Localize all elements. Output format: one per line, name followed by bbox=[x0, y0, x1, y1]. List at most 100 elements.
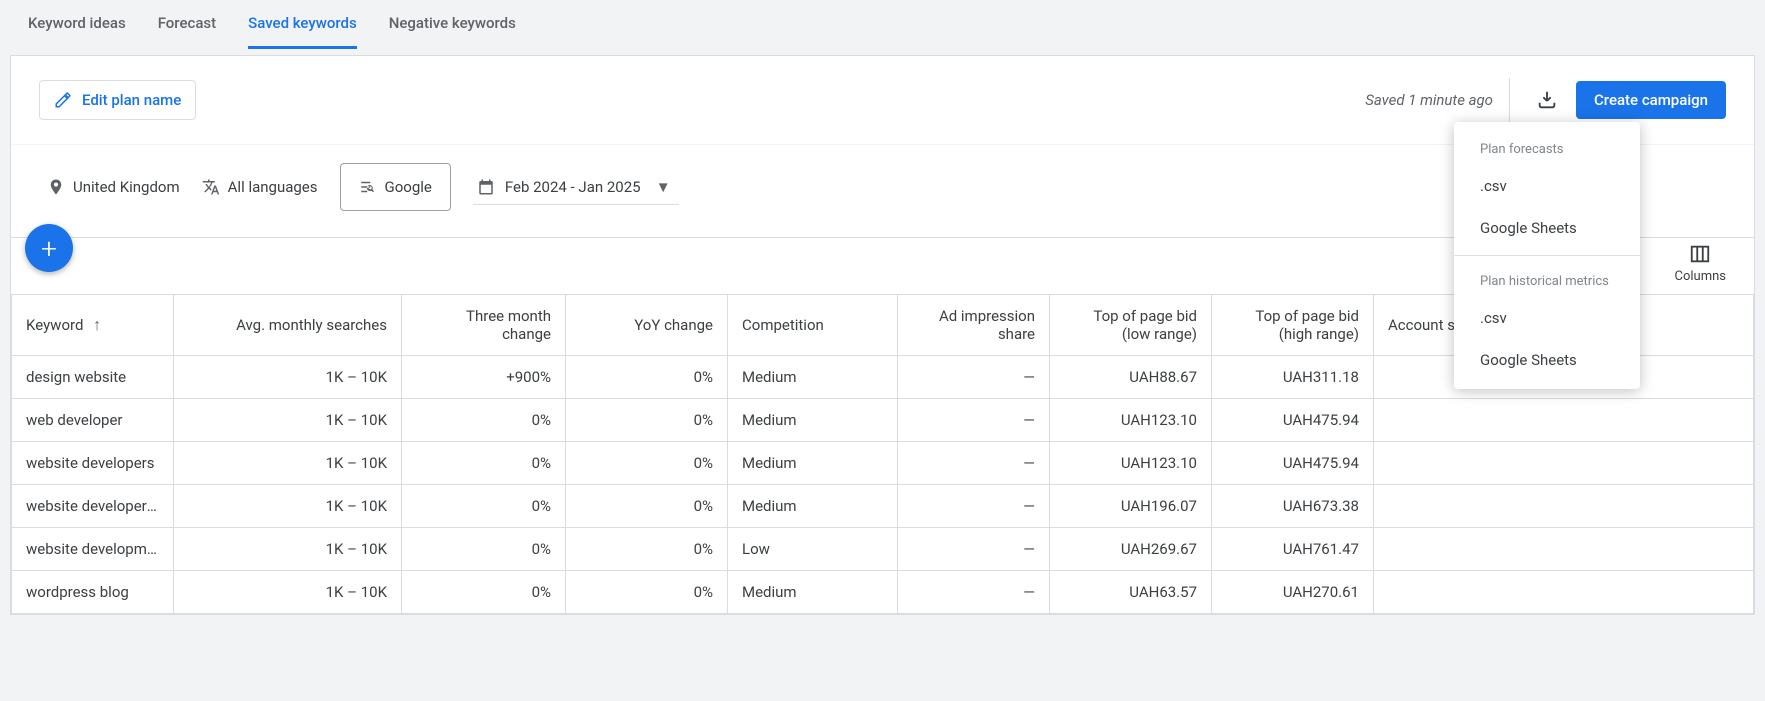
cell-bid-high: UAH270.61 bbox=[1212, 571, 1374, 614]
cell-tmc: 0% bbox=[402, 442, 566, 485]
divider bbox=[1509, 78, 1510, 122]
pencil-icon bbox=[54, 91, 72, 109]
table-row[interactable]: website developers1K – 10K0%0%Medium—UAH… bbox=[12, 442, 1754, 485]
calendar-icon bbox=[477, 178, 495, 196]
cell-bid-high: UAH475.94 bbox=[1212, 399, 1374, 442]
cell-imp: — bbox=[898, 399, 1050, 442]
cell-avg: 1K – 10K bbox=[174, 485, 402, 528]
tab-forecast[interactable]: Forecast bbox=[158, 0, 216, 49]
plan-toolbar: Edit plan name Saved 1 minute ago Create… bbox=[11, 56, 1754, 144]
cell-tmc: 0% bbox=[402, 485, 566, 528]
cell-status bbox=[1374, 528, 1754, 571]
cell-keyword: wordpress blog bbox=[12, 571, 174, 614]
tab-negative-keywords[interactable]: Negative keywords bbox=[389, 0, 516, 49]
nav-tabs: Keyword ideas Forecast Saved keywords Ne… bbox=[0, 0, 1765, 49]
cell-bid-low: UAH63.57 bbox=[1050, 571, 1212, 614]
dropdown-csv-forecasts[interactable]: .csv bbox=[1454, 165, 1640, 207]
date-range-filter[interactable]: Feb 2024 - Jan 2025 ▼ bbox=[473, 170, 679, 205]
download-button[interactable] bbox=[1526, 79, 1568, 121]
download-icon bbox=[1536, 89, 1558, 111]
translate-icon bbox=[202, 178, 220, 196]
dropdown-section-historical: Plan historical metrics bbox=[1454, 262, 1640, 297]
cell-tmc: +900% bbox=[402, 356, 566, 399]
cell-tmc: 0% bbox=[402, 571, 566, 614]
col-keyword[interactable]: Keyword ↑ bbox=[12, 295, 174, 356]
create-campaign-button[interactable]: Create campaign bbox=[1576, 81, 1726, 119]
tab-keyword-ideas[interactable]: Keyword ideas bbox=[28, 0, 126, 49]
date-range-label: Feb 2024 - Jan 2025 bbox=[505, 178, 641, 196]
cell-avg: 1K – 10K bbox=[174, 442, 402, 485]
cell-keyword: design website bbox=[12, 356, 174, 399]
cell-keyword: website developers n… bbox=[12, 485, 174, 528]
table-row[interactable]: web developer1K – 10K0%0%Medium—UAH123.1… bbox=[12, 399, 1754, 442]
cell-tmc: 0% bbox=[402, 528, 566, 571]
col-ad-impression-share[interactable]: Ad impression share bbox=[898, 295, 1050, 356]
table-row[interactable]: wordpress blog1K – 10K0%0%Medium—UAH63.5… bbox=[12, 571, 1754, 614]
col-yoy-change[interactable]: YoY change bbox=[566, 295, 728, 356]
cell-keyword: web developer bbox=[12, 399, 174, 442]
language-filter[interactable]: All languages bbox=[202, 178, 318, 196]
cell-avg: 1K – 10K bbox=[174, 528, 402, 571]
dropdown-divider bbox=[1454, 255, 1640, 256]
columns-label: Columns bbox=[1675, 269, 1727, 284]
cell-imp: — bbox=[898, 485, 1050, 528]
cell-bid-high: UAH475.94 bbox=[1212, 442, 1374, 485]
cell-bid-low: UAH88.67 bbox=[1050, 356, 1212, 399]
dropdown-sheets-historical[interactable]: Google Sheets bbox=[1454, 339, 1640, 381]
cell-status bbox=[1374, 399, 1754, 442]
col-avg-searches[interactable]: Avg. monthly searches bbox=[174, 295, 402, 356]
cell-yoy: 0% bbox=[566, 528, 728, 571]
chevron-down-icon: ▼ bbox=[656, 178, 671, 196]
dropdown-sheets-forecasts[interactable]: Google Sheets bbox=[1454, 207, 1640, 249]
cell-comp: Low bbox=[728, 528, 898, 571]
cell-status bbox=[1374, 571, 1754, 614]
cell-status bbox=[1374, 485, 1754, 528]
plus-icon: + bbox=[41, 232, 57, 265]
col-bid-low[interactable]: Top of page bid (low range) bbox=[1050, 295, 1212, 356]
search-network-icon bbox=[359, 178, 377, 196]
cell-tmc: 0% bbox=[402, 399, 566, 442]
table-row[interactable]: website developers n…1K – 10K0%0%Medium—… bbox=[12, 485, 1754, 528]
cell-bid-high: UAH673.38 bbox=[1212, 485, 1374, 528]
cell-comp: Medium bbox=[728, 356, 898, 399]
columns-button[interactable]: Columns bbox=[1675, 243, 1727, 284]
location-label: United Kingdom bbox=[73, 178, 180, 196]
table-row[interactable]: website developmen…1K – 10K0%0%Low—UAH26… bbox=[12, 528, 1754, 571]
dropdown-section-forecasts: Plan forecasts bbox=[1454, 130, 1640, 165]
cell-imp: — bbox=[898, 356, 1050, 399]
col-competition[interactable]: Competition bbox=[728, 295, 898, 356]
cell-yoy: 0% bbox=[566, 356, 728, 399]
col-three-month-change[interactable]: Three month change bbox=[402, 295, 566, 356]
cell-bid-low: UAH269.67 bbox=[1050, 528, 1212, 571]
cell-comp: Medium bbox=[728, 485, 898, 528]
cell-imp: — bbox=[898, 528, 1050, 571]
cell-keyword: website developers bbox=[12, 442, 174, 485]
edit-plan-name-label: Edit plan name bbox=[82, 91, 181, 109]
cell-avg: 1K – 10K bbox=[174, 399, 402, 442]
edit-plan-name-button[interactable]: Edit plan name bbox=[39, 80, 196, 120]
cell-keyword: website developmen… bbox=[12, 528, 174, 571]
network-filter[interactable]: Google bbox=[340, 163, 451, 211]
columns-icon bbox=[1689, 243, 1711, 265]
location-filter[interactable]: United Kingdom bbox=[47, 178, 180, 196]
cell-comp: Medium bbox=[728, 399, 898, 442]
cell-bid-low: UAH123.10 bbox=[1050, 442, 1212, 485]
cell-imp: — bbox=[898, 442, 1050, 485]
col-bid-high[interactable]: Top of page bid (high range) bbox=[1212, 295, 1374, 356]
cell-bid-low: UAH196.07 bbox=[1050, 485, 1212, 528]
sort-arrow-icon: ↑ bbox=[93, 315, 101, 334]
dropdown-csv-historical[interactable]: .csv bbox=[1454, 297, 1640, 339]
cell-status bbox=[1374, 442, 1754, 485]
add-keyword-button[interactable]: + bbox=[25, 224, 73, 272]
download-dropdown: Plan forecasts .csv Google Sheets Plan h… bbox=[1454, 122, 1640, 389]
network-label: Google bbox=[385, 178, 432, 196]
cell-yoy: 0% bbox=[566, 399, 728, 442]
cell-bid-high: UAH311.18 bbox=[1212, 356, 1374, 399]
cell-yoy: 0% bbox=[566, 442, 728, 485]
cell-comp: Medium bbox=[728, 442, 898, 485]
cell-bid-low: UAH123.10 bbox=[1050, 399, 1212, 442]
cell-bid-high: UAH761.47 bbox=[1212, 528, 1374, 571]
saved-status: Saved 1 minute ago bbox=[1365, 91, 1493, 109]
tab-saved-keywords[interactable]: Saved keywords bbox=[248, 0, 357, 49]
cell-avg: 1K – 10K bbox=[174, 571, 402, 614]
